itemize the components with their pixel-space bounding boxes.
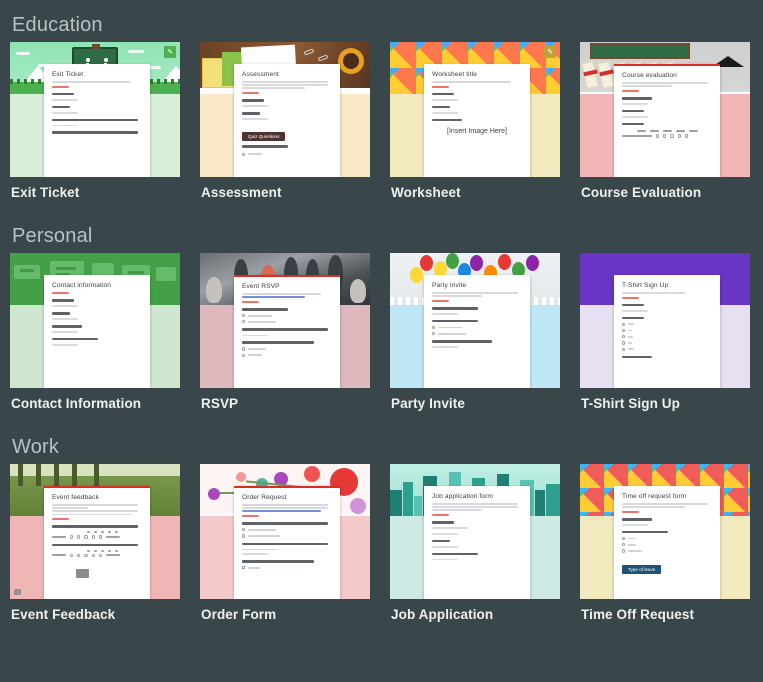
template-title-order-form: Order Form [201, 607, 277, 622]
template-title-assessment: Assessment [201, 185, 282, 200]
template-card-exit-ticket[interactable]: ✎ Exit Ticket Exit Ticket [0, 42, 190, 211]
template-card-order-form[interactable]: Order Request Order Form [190, 464, 380, 633]
scale-row [52, 553, 142, 557]
form-preview-title: Contact information [52, 282, 112, 289]
template-card-course-evaluation[interactable]: Course evaluation Course Evaluation [570, 42, 760, 211]
grid-row [622, 134, 712, 138]
template-thumbnail-exit-ticket[interactable]: ✎ Exit Ticket [10, 42, 180, 177]
template-thumbnail-tshirt-sign-up[interactable]: T-Shirt Sign Up [580, 253, 750, 388]
template-row-personal: Contact information Contact Information [0, 253, 763, 422]
form-preview: Event RSVP [234, 275, 340, 388]
template-title-exit-ticket: Exit Ticket [11, 185, 80, 200]
required-note [242, 91, 259, 95]
insert-image-placeholder: [Insert Image Here] [447, 128, 507, 136]
form-preview: Assessment Quiz Questions [234, 64, 340, 177]
template-card-worksheet[interactable]: ✎ Worksheet title [Insert Image Here] Wo… [380, 42, 570, 211]
template-card-assessment[interactable]: Assessment Quiz Questions Assessment [190, 42, 380, 211]
chalkboard-icon [590, 43, 690, 59]
template-thumbnail-job-application[interactable]: Job application form [390, 464, 560, 599]
required-note [242, 300, 259, 303]
template-card-contact-information[interactable]: Contact information Contact Information [0, 253, 190, 422]
template-title-contact-information: Contact Information [11, 396, 142, 411]
form-preview-title: Job application form [432, 493, 494, 500]
template-title-time-off-request: Time Off Request [581, 607, 695, 622]
image-icon [14, 589, 21, 595]
grid-column-headers [622, 130, 712, 133]
form-preview: Job application form [424, 486, 530, 599]
template-thumbnail-contact-information[interactable]: Contact information [10, 253, 180, 388]
pencil-icon: ✎ [164, 46, 176, 58]
template-title-party-invite: Party Invite [391, 396, 465, 411]
form-preview: T-Shirt Sign Up [614, 275, 720, 388]
coffee-cup-icon [338, 48, 364, 74]
form-preview-title: T-Shirt Sign Up [622, 282, 669, 289]
required-note [622, 89, 639, 92]
required-note [432, 513, 449, 517]
template-card-party-invite[interactable]: Party Invite Party Invite [380, 253, 570, 422]
form-preview-title: Worksheet title [432, 71, 477, 78]
template-thumbnail-worksheet[interactable]: ✎ Worksheet title [Insert Image Here] [390, 42, 560, 177]
template-title-worksheet: Worksheet [391, 185, 461, 200]
form-preview: Party Invite [424, 275, 530, 388]
form-preview-title: Event RSVP [242, 283, 280, 290]
required-note [242, 514, 259, 518]
pencil-icon: ✎ [544, 46, 556, 58]
form-preview: Exit Ticket [44, 64, 150, 177]
section-work: Work Event feedback Event Feedback Order… [0, 422, 763, 633]
template-card-rsvp[interactable]: Event RSVP RSVP [190, 253, 380, 422]
template-title-job-application: Job Application [391, 607, 494, 622]
template-card-event-feedback[interactable]: Event feedback Event Feedback [0, 464, 190, 633]
form-preview: Order Request [234, 486, 340, 599]
form-preview-title: Event feedback [52, 494, 99, 501]
form-preview: Worksheet title [Insert Image Here] [424, 64, 530, 177]
form-preview-title: Exit Ticket [52, 71, 84, 78]
scale-headers [52, 531, 142, 534]
section-title-education: Education [12, 14, 103, 36]
form-preview: Course evaluation [614, 64, 720, 177]
form-preview-title: Time off request form [622, 493, 687, 500]
template-thumbnail-order-form[interactable]: Order Request [200, 464, 370, 599]
template-thumbnail-party-invite[interactable]: Party Invite [390, 253, 560, 388]
required-note [622, 510, 639, 513]
section-title-work: Work [12, 436, 60, 458]
template-title-rsvp: RSVP [201, 396, 239, 411]
template-card-job-application[interactable]: Job application form Job Application [380, 464, 570, 633]
required-note [622, 296, 639, 299]
template-title-tshirt-sign-up: T-Shirt Sign Up [581, 396, 680, 411]
template-thumbnail-assessment[interactable]: Assessment Quiz Questions [200, 42, 370, 177]
required-note [52, 292, 69, 295]
required-note [432, 299, 449, 302]
required-note [52, 518, 69, 521]
section-pill: Type of leave [622, 564, 662, 574]
required-note [432, 85, 449, 88]
section-pill [76, 568, 90, 578]
required-note [52, 85, 69, 88]
template-card-time-off-request[interactable]: Time off request form Type of leave Time… [570, 464, 760, 633]
template-thumbnail-time-off-request[interactable]: Time off request form Type of leave [580, 464, 750, 599]
section-pill: Quiz Questions [242, 131, 286, 141]
template-title-course-evaluation: Course Evaluation [581, 185, 702, 200]
template-thumbnail-course-evaluation[interactable]: Course evaluation [580, 42, 750, 177]
form-preview-title: Order Request [242, 494, 287, 501]
template-row-education: ✎ Exit Ticket Exit Ticket Assessment Qui… [0, 42, 763, 211]
form-preview-title: Party Invite [432, 282, 467, 289]
template-row-work: Event feedback Event Feedback Order Requ… [0, 464, 763, 633]
scale-row [52, 535, 142, 539]
section-education: Education ✎ Exit Ticket Exit Ticket Asse… [0, 0, 763, 211]
template-card-tshirt-sign-up[interactable]: T-Shirt Sign Up T-Shirt Sign Up [570, 253, 760, 422]
template-title-event-feedback: Event Feedback [11, 607, 116, 622]
template-gallery: Education ✎ Exit Ticket Exit Ticket Asse… [0, 0, 763, 633]
form-preview-title: Course evaluation [622, 72, 677, 79]
form-preview: Contact information [44, 275, 150, 388]
form-preview: Time off request form Type of leave [614, 486, 720, 599]
template-thumbnail-event-feedback[interactable]: Event feedback [10, 464, 180, 599]
scale-headers [52, 549, 142, 552]
form-preview-title: Assessment [242, 71, 279, 78]
section-personal: Personal Contact information Contact Inf… [0, 211, 763, 422]
form-preview: Event feedback [44, 486, 150, 599]
section-title-personal: Personal [12, 225, 93, 247]
template-thumbnail-rsvp[interactable]: Event RSVP [200, 253, 370, 388]
